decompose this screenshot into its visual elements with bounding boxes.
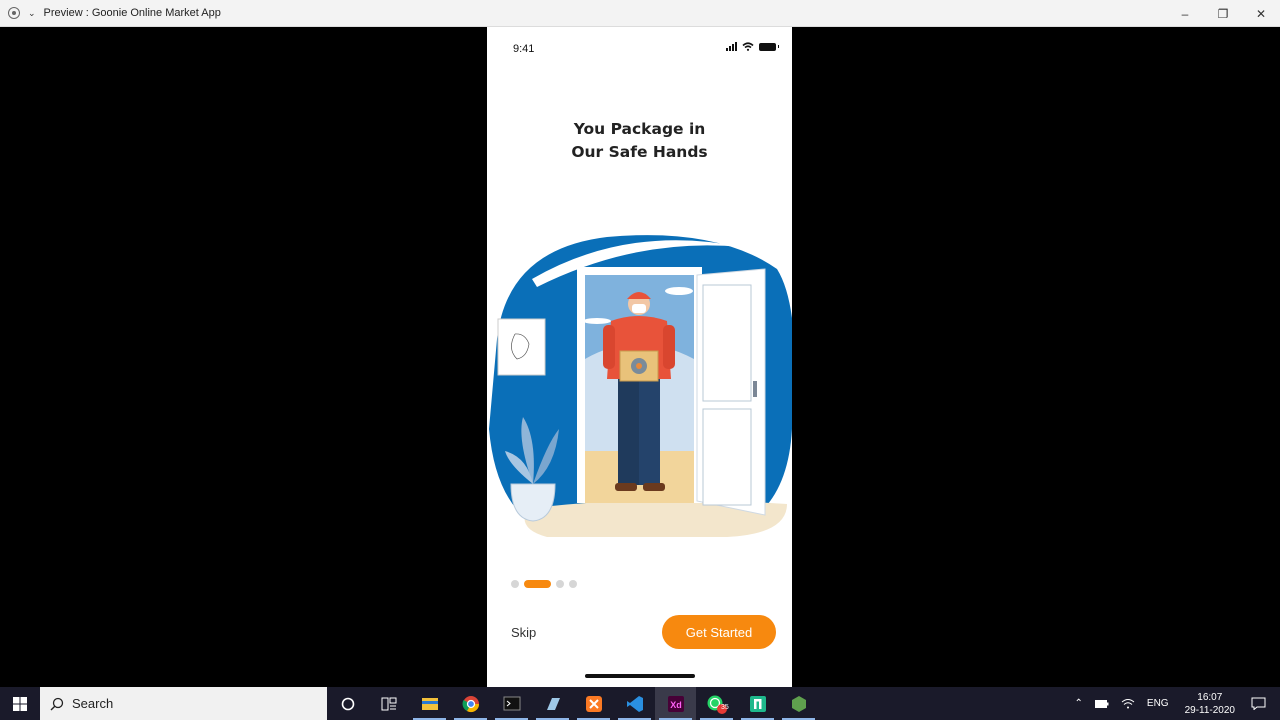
windows-logo-icon (13, 696, 27, 711)
clock-date: 29-11-2020 (1184, 704, 1235, 716)
search-placeholder: Search (72, 696, 114, 711)
cortana-icon[interactable] (327, 687, 368, 720)
chevron-up-icon[interactable]: ⌃ (1075, 698, 1083, 709)
pager-dot[interactable] (569, 580, 577, 588)
battery-icon (759, 42, 779, 51)
whatsapp-icon[interactable]: 35 (696, 687, 737, 720)
battery-tray-icon[interactable] (1094, 699, 1109, 708)
delivery-illustration (489, 235, 792, 537)
chrome-icon[interactable] (450, 687, 491, 720)
heading-line-1: You Package in (573, 120, 706, 138)
task-view-icon[interactable] (368, 687, 409, 720)
signal-icon (726, 42, 737, 51)
chevron-down-icon[interactable]: ⌄ (28, 8, 36, 19)
heading-line-2: Our Safe Hands (571, 143, 708, 161)
app-icon[interactable] (737, 687, 778, 720)
taskbar: Search Xd 35 ⌃ ENG 16:07 29-11-2020 (0, 687, 1280, 720)
file-explorer-icon[interactable] (409, 687, 450, 720)
window-titlebar: ⌄ Preview : Goonie Online Market App – ❐… (0, 0, 1280, 27)
pager-indicator (511, 580, 577, 588)
whatsapp-badge: 35 (721, 704, 729, 711)
vscode-icon[interactable] (614, 687, 655, 720)
home-indicator (585, 674, 695, 678)
pager-dot[interactable] (511, 580, 519, 588)
svg-text:Xd: Xd (670, 700, 682, 710)
clock[interactable]: 16:07 29-11-2020 (1185, 691, 1235, 717)
language-indicator[interactable]: ENG (1147, 698, 1169, 709)
onboarding-heading: You Package in Our Safe Hands (487, 118, 792, 164)
node-icon[interactable] (778, 687, 819, 720)
notifications-icon[interactable] (1251, 697, 1266, 710)
windows-start-button[interactable] (0, 687, 40, 720)
pager-dot[interactable] (556, 580, 564, 588)
system-tray: ⌃ ENG 16:07 29-11-2020 (1069, 687, 1280, 720)
notes-icon[interactable] (532, 687, 573, 720)
window-title: Preview : Goonie Online Market App (43, 7, 221, 19)
status-time: 9:41 (513, 43, 535, 55)
wifi-icon (742, 42, 754, 51)
taskbar-search[interactable]: Search (40, 687, 327, 720)
clock-time: 16:07 (1197, 691, 1223, 703)
window-controls: – ❐ ✕ (1166, 0, 1280, 27)
adobe-xd-icon[interactable]: Xd (655, 687, 696, 720)
pager-dot-active[interactable] (524, 580, 551, 588)
preview-app-icon (8, 7, 20, 19)
minimize-button[interactable]: – (1166, 0, 1204, 27)
phone-screen: 9:41 You Package in Our Safe Hands Skip … (487, 27, 792, 687)
wifi-tray-icon[interactable] (1121, 698, 1135, 709)
terminal-icon[interactable] (491, 687, 532, 720)
skip-button[interactable]: Skip (511, 625, 536, 640)
search-icon (50, 697, 64, 710)
close-button[interactable]: ✕ (1242, 0, 1280, 27)
restore-button[interactable]: ❐ (1204, 0, 1242, 27)
status-icons (726, 42, 779, 51)
get-started-button[interactable]: Get Started (662, 615, 776, 649)
xampp-icon[interactable] (573, 687, 614, 720)
